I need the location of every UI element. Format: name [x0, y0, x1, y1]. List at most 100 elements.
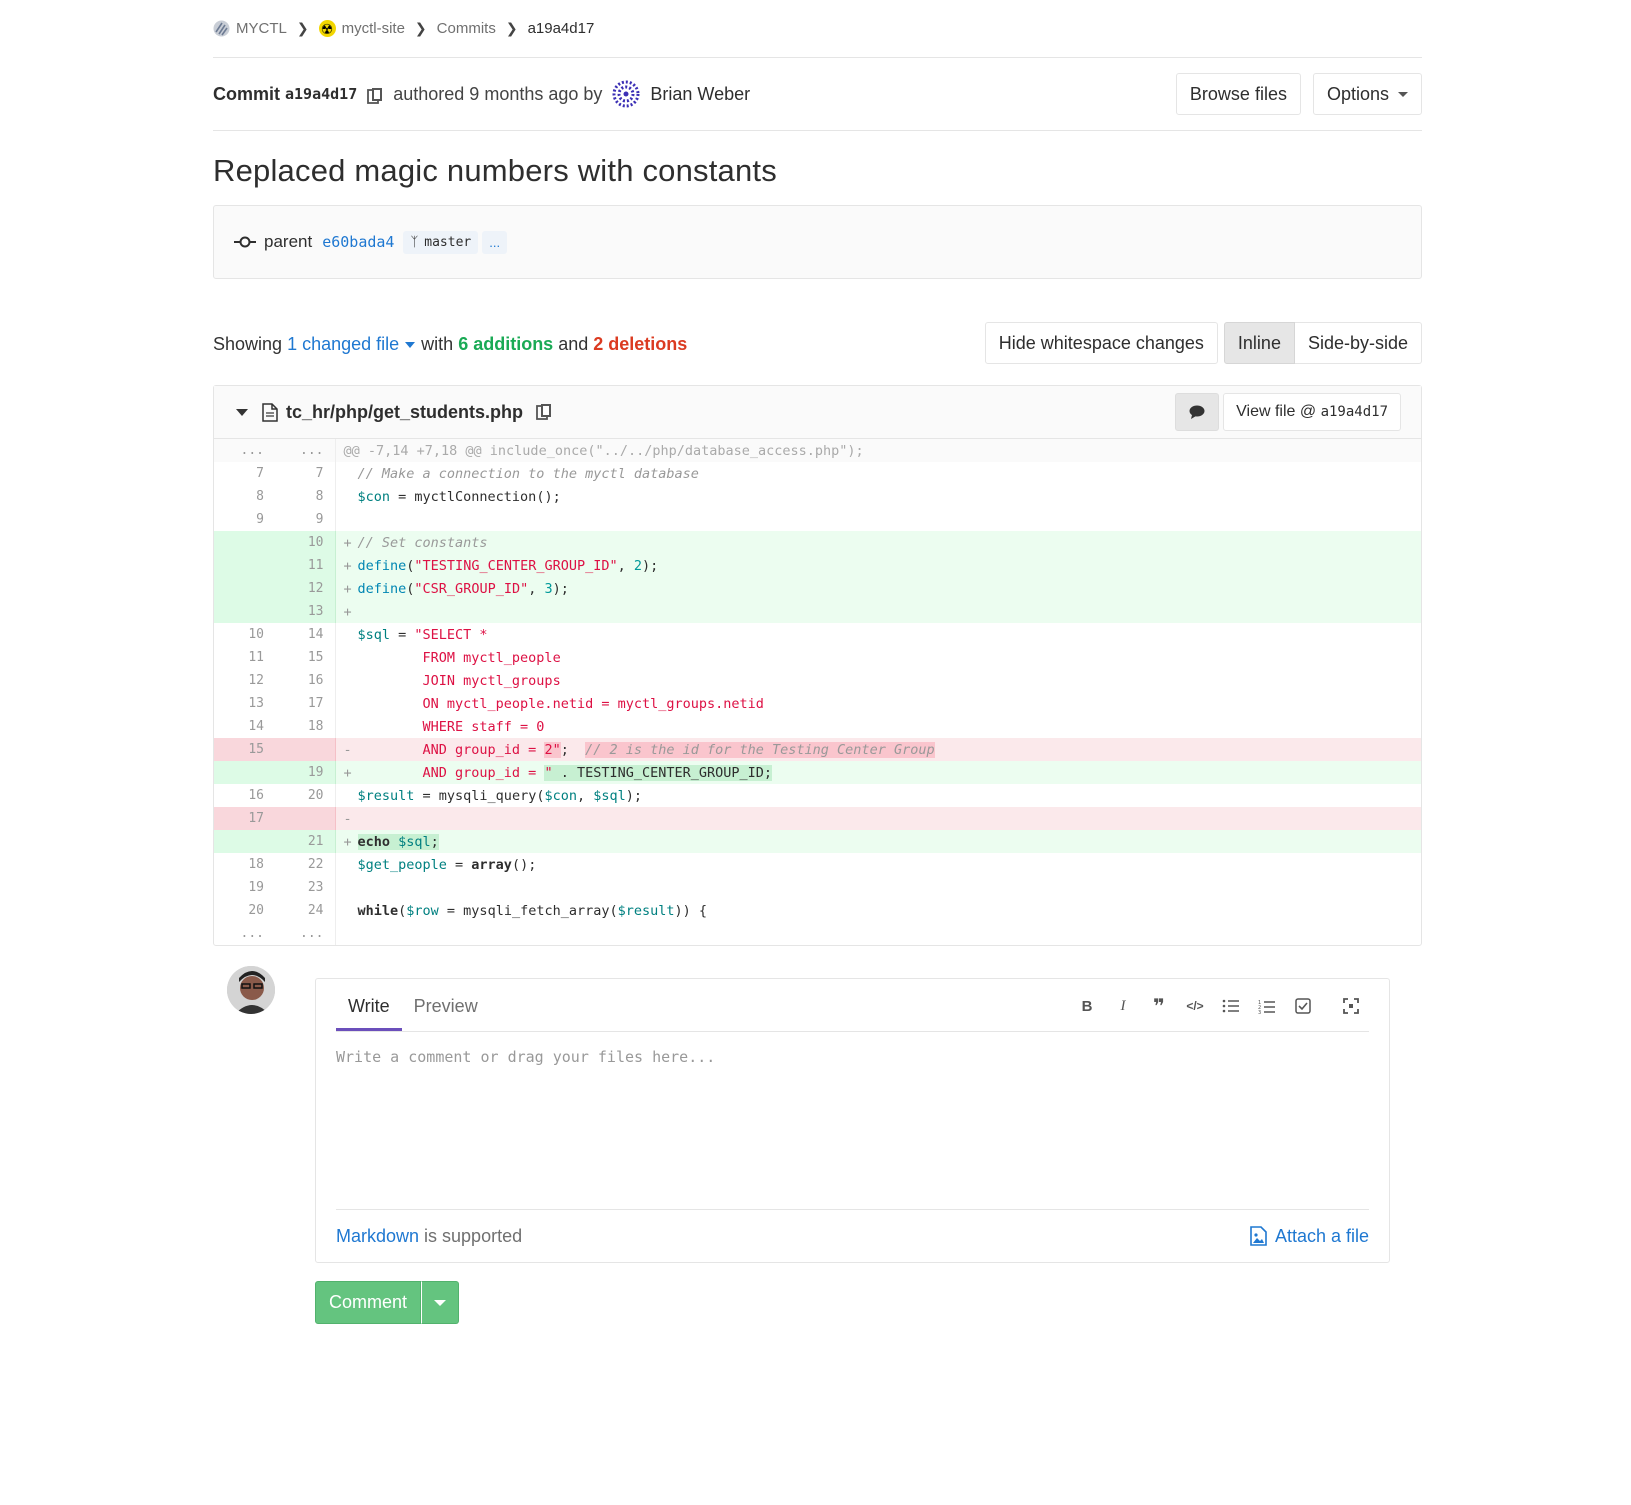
new-line-number[interactable]: 8: [275, 485, 336, 508]
old-line-number[interactable]: ...: [214, 439, 275, 462]
diff-line: 13 17 ON myctl_people.netid = myctl_group…: [214, 692, 1421, 715]
view-file-button[interactable]: View file @ a19a4d17: [1223, 393, 1401, 431]
old-line-number[interactable]: 16: [214, 784, 275, 807]
old-line-number[interactable]: [214, 577, 275, 600]
old-line-number[interactable]: 9: [214, 508, 275, 531]
file-header: tc_hr/php/get_students.php View file @ a…: [214, 386, 1421, 439]
bullet-list-icon[interactable]: [1213, 995, 1249, 1017]
old-line-number[interactable]: 7: [214, 462, 275, 485]
comment-form-footer: Markdown is supported Attach a file: [336, 1210, 1369, 1262]
old-line-number[interactable]: 11: [214, 646, 275, 669]
diff-line-code: +: [335, 600, 1421, 623]
old-line-number[interactable]: 19: [214, 876, 275, 899]
comment-textarea[interactable]: Write a comment or drag your files here.…: [336, 1032, 1369, 1210]
collapse-caret-icon[interactable]: [236, 408, 248, 416]
old-line-number[interactable]: [214, 531, 275, 554]
svg-text:3: 3: [1258, 1010, 1261, 1014]
fullscreen-icon[interactable]: [1333, 995, 1369, 1017]
new-line-number[interactable]: 24: [275, 899, 336, 922]
view-mode-toggle: Inline Side-by-side: [1223, 322, 1422, 364]
old-line-number[interactable]: 14: [214, 715, 275, 738]
file-diff: tc_hr/php/get_students.php View file @ a…: [213, 385, 1422, 946]
diff-line: 10 14 $sql = "SELECT *: [214, 623, 1421, 646]
new-line-number[interactable]: 18: [275, 715, 336, 738]
new-line-number[interactable]: 14: [275, 623, 336, 646]
new-line-number[interactable]: 11: [275, 554, 336, 577]
toggle-comments-button[interactable]: [1175, 393, 1220, 431]
comment-button[interactable]: Comment: [315, 1281, 422, 1324]
diff-line-code: + AND group_id = " . TESTING_CENTER_GROU…: [335, 761, 1421, 784]
old-line-number[interactable]: 8: [214, 485, 275, 508]
parent-sha-link[interactable]: e60bada4: [322, 233, 394, 251]
new-line-number[interactable]: ...: [275, 439, 336, 462]
diff-line-code: @@ -7,14 +7,18 @@ include_once("../../ph…: [335, 439, 1421, 462]
changed-files-dropdown[interactable]: 1 changed file: [287, 334, 421, 355]
options-button[interactable]: Options: [1312, 73, 1422, 115]
old-line-number[interactable]: 20: [214, 899, 275, 922]
parent-label: parent: [264, 232, 313, 251]
breadcrumb-group[interactable]: MYCTL: [213, 20, 287, 37]
branch-badge[interactable]: ᛉ master: [403, 230, 479, 254]
breadcrumb-project[interactable]: ☢ myctl-site: [318, 20, 405, 37]
new-line-number[interactable]: [275, 738, 336, 761]
new-line-number[interactable]: ...: [275, 922, 336, 945]
new-line-number[interactable]: 9: [275, 508, 336, 531]
attach-file-button[interactable]: Attach a file: [1250, 1226, 1369, 1247]
old-line-number[interactable]: [214, 600, 275, 623]
markdown-link[interactable]: Markdown: [336, 1226, 419, 1246]
bold-icon[interactable]: B: [1069, 995, 1105, 1017]
new-line-number[interactable]: 21: [275, 830, 336, 853]
new-line-number[interactable]: [275, 807, 336, 830]
old-line-number[interactable]: 17: [214, 807, 275, 830]
chevron-down-icon: [405, 341, 416, 348]
more-refs-button[interactable]: ...: [482, 230, 508, 254]
code-icon[interactable]: </>: [1177, 995, 1213, 1017]
tab-preview[interactable]: Preview: [402, 996, 490, 1031]
new-line-number[interactable]: 10: [275, 531, 336, 554]
tab-write[interactable]: Write: [336, 996, 402, 1031]
italic-icon[interactable]: I: [1105, 995, 1141, 1017]
numbered-list-icon[interactable]: 123: [1249, 995, 1285, 1017]
new-line-number[interactable]: 13: [275, 600, 336, 623]
comment-options-dropdown[interactable]: [421, 1281, 460, 1324]
diff-line-code: + define("CSR_GROUP_ID", 3);: [335, 577, 1421, 600]
diff-line-code: $get_people = array();: [357, 856, 537, 873]
breadcrumb-current[interactable]: a19a4d17: [528, 20, 595, 37]
new-line-number[interactable]: 7: [275, 462, 336, 485]
new-line-number[interactable]: 16: [275, 669, 336, 692]
old-line-number[interactable]: [214, 761, 275, 784]
old-line-number[interactable]: 10: [214, 623, 275, 646]
new-line-number[interactable]: 22: [275, 853, 336, 876]
old-line-number[interactable]: [214, 554, 275, 577]
quote-icon[interactable]: ❞: [1141, 995, 1177, 1018]
new-line-number[interactable]: 20: [275, 784, 336, 807]
browse-files-button[interactable]: Browse files: [1175, 73, 1301, 115]
inline-view-button[interactable]: Inline: [1223, 322, 1295, 364]
file-path[interactable]: tc_hr/php/get_students.php: [286, 402, 523, 423]
diff-line-code: + define("TESTING_CENTER_GROUP_ID", 2);: [335, 554, 1421, 577]
copy-icon[interactable]: [367, 87, 383, 105]
new-line-number[interactable]: 23: [275, 876, 336, 899]
diff-table: ...... @@ -7,14 +7,18 @@ include_once(".…: [214, 439, 1421, 945]
task-list-icon[interactable]: [1285, 995, 1321, 1017]
new-line-number[interactable]: 19: [275, 761, 336, 784]
old-line-number[interactable]: 15: [214, 738, 275, 761]
new-line-number[interactable]: 15: [275, 646, 336, 669]
old-line-number[interactable]: [214, 830, 275, 853]
old-line-number[interactable]: ...: [214, 922, 275, 945]
author-name[interactable]: Brian Weber: [650, 84, 750, 105]
old-line-number[interactable]: 18: [214, 853, 275, 876]
old-line-number[interactable]: 12: [214, 669, 275, 692]
author-avatar[interactable]: [612, 80, 641, 108]
hide-whitespace-button[interactable]: Hide whitespace changes: [984, 322, 1218, 364]
radiation-icon: ☢: [318, 20, 336, 37]
file-icon: [262, 402, 278, 422]
diff-line-added: 19 + AND group_id = " . TESTING_CENTER_G…: [214, 761, 1421, 784]
diff-line-added: 12 + define("CSR_GROUP_ID", 3);: [214, 577, 1421, 600]
side-by-side-button[interactable]: Side-by-side: [1294, 322, 1422, 364]
old-line-number[interactable]: 13: [214, 692, 275, 715]
copy-icon[interactable]: [536, 403, 552, 421]
new-line-number[interactable]: 12: [275, 577, 336, 600]
new-line-number[interactable]: 17: [275, 692, 336, 715]
breadcrumb-commits[interactable]: Commits: [437, 20, 496, 37]
